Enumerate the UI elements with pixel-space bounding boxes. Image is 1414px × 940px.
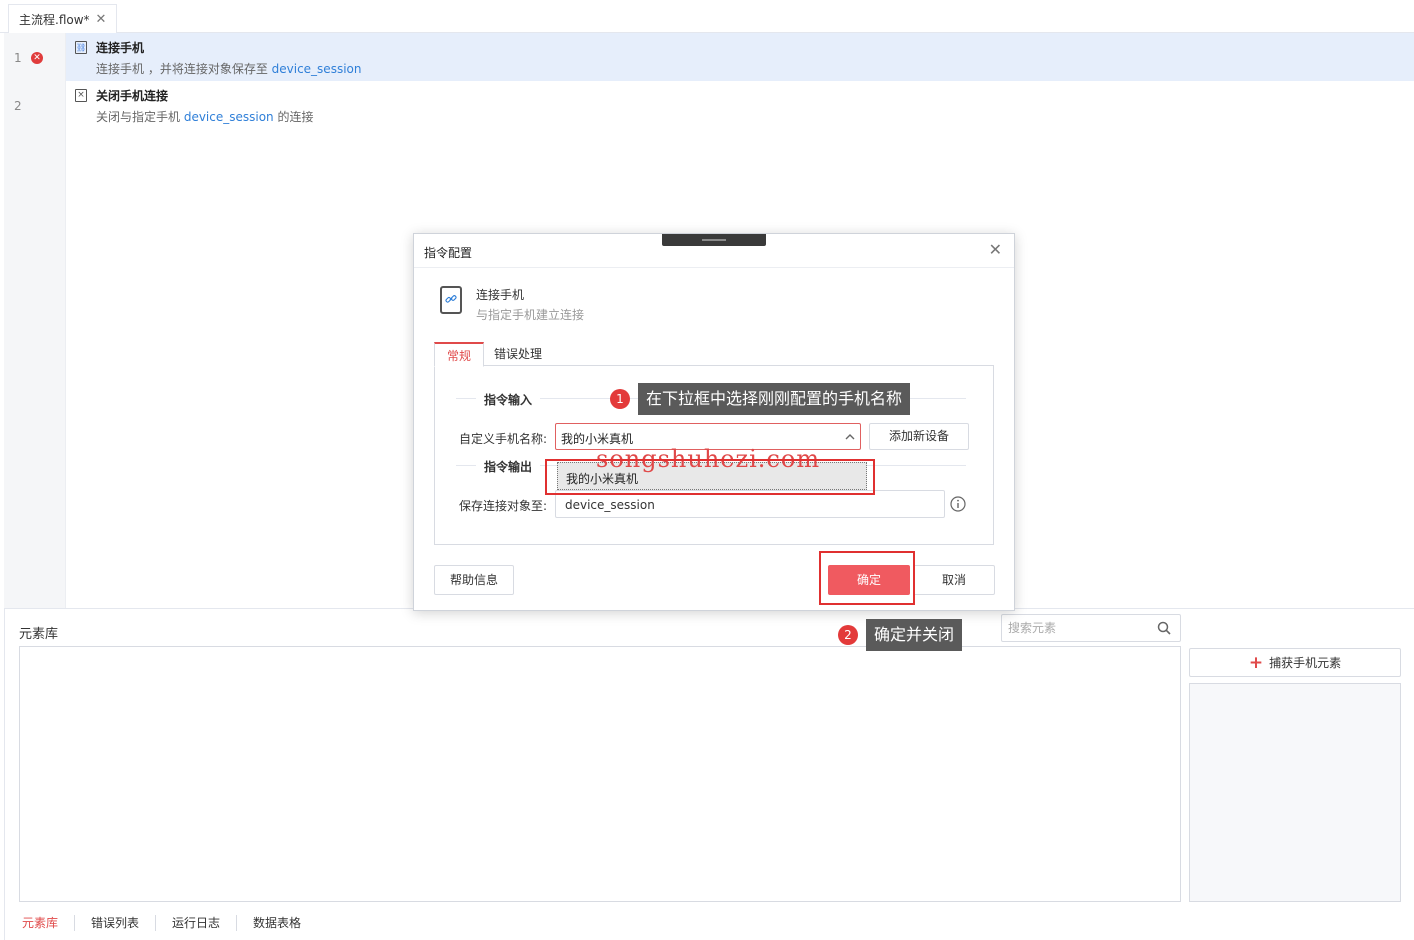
- search-input[interactable]: [1002, 615, 1152, 641]
- section-output-label: 指令输出: [476, 458, 541, 475]
- step-desc: 连接手机 ，并将连接对象保存至 device_session: [96, 62, 362, 76]
- callout-step-1: 在下拉框中选择刚刚配置的手机名称: [638, 383, 911, 415]
- dialog-title: 指令配置: [424, 246, 473, 260]
- plus-icon: +: [1248, 652, 1264, 673]
- device-name-label: 自定义手机名称:: [459, 432, 548, 446]
- help-button[interactable]: 帮助信息: [434, 565, 514, 595]
- drag-handle[interactable]: [662, 234, 766, 246]
- step-title: 连接手机: [96, 41, 145, 55]
- line-number: 1: [14, 51, 22, 65]
- element-library-list[interactable]: [19, 646, 1181, 902]
- command-config-dialog: 指令配置 ✕ 连接手机 与指定手机建立连接 常规 错误处理 指令输入 自定义手机…: [413, 233, 1015, 611]
- flow-step-connect-phone[interactable]: ⛓ 连接手机 连接手机 ，并将连接对象保存至 device_session: [66, 33, 1414, 81]
- save-object-label: 保存连接对象至:: [459, 499, 548, 513]
- variable-link[interactable]: device_session: [272, 62, 362, 76]
- bottom-tab-bar: 元素库 错误列表 运行日志 数据表格: [10, 912, 317, 934]
- line-number: 2: [14, 99, 22, 113]
- phone-link-icon: [440, 286, 462, 314]
- dialog-tabs: 常规 错误处理: [434, 342, 994, 367]
- close-box-icon: ×: [75, 89, 87, 102]
- library-title: 元素库: [19, 627, 59, 642]
- save-object-value: device_session: [565, 498, 655, 512]
- element-search[interactable]: [1001, 614, 1181, 642]
- line-gutter: 1 ✕ 2: [4, 33, 66, 609]
- tab-data-table[interactable]: 数据表格: [237, 915, 317, 931]
- capture-phone-element-button[interactable]: + 捕获手机元素: [1189, 648, 1401, 677]
- capture-label: 捕获手机元素: [1269, 656, 1342, 670]
- cancel-button[interactable]: 取消: [913, 565, 995, 595]
- flow-step-close-phone[interactable]: × 关闭手机连接 关闭与指定手机 device_session 的连接: [66, 81, 1414, 129]
- step-desc: 关闭与指定手机 device_session 的连接: [96, 110, 314, 124]
- highlight-dropdown-box: [545, 459, 875, 495]
- close-icon[interactable]: ✕: [96, 12, 107, 27]
- callout-number-1: 1: [610, 389, 630, 409]
- tab-error-handling[interactable]: 错误处理: [482, 342, 554, 367]
- link-icon: ⛓: [75, 41, 87, 54]
- search-icon[interactable]: [1156, 620, 1172, 636]
- editor-tab-bar: 主流程.flow* ✕: [0, 0, 1414, 34]
- callout-number-2: 2: [838, 625, 858, 645]
- error-icon[interactable]: ✕: [31, 52, 43, 64]
- element-preview: [1189, 683, 1401, 902]
- add-device-button[interactable]: 添加新设备: [869, 423, 969, 450]
- info-icon[interactable]: [950, 496, 966, 512]
- section-input-label: 指令输入: [476, 391, 541, 408]
- highlight-ok-box: [819, 551, 915, 605]
- variable-link[interactable]: device_session: [184, 110, 274, 124]
- command-description: 与指定手机建立连接: [476, 308, 585, 322]
- tab-element-library[interactable]: 元素库: [10, 915, 76, 931]
- tab-main-flow[interactable]: 主流程.flow* ✕: [8, 4, 118, 34]
- chevron-up-icon: [845, 434, 855, 440]
- close-icon[interactable]: ✕: [989, 242, 1002, 258]
- tab-error-list[interactable]: 错误列表: [75, 915, 157, 931]
- step-title: 关闭手机连接: [96, 89, 169, 103]
- tab-general[interactable]: 常规: [434, 342, 485, 367]
- callout-step-2: 确定并关闭: [866, 619, 963, 651]
- tab-title: 主流程.flow*: [19, 12, 90, 27]
- tab-run-log[interactable]: 运行日志: [156, 915, 238, 931]
- command-name: 连接手机: [476, 288, 525, 302]
